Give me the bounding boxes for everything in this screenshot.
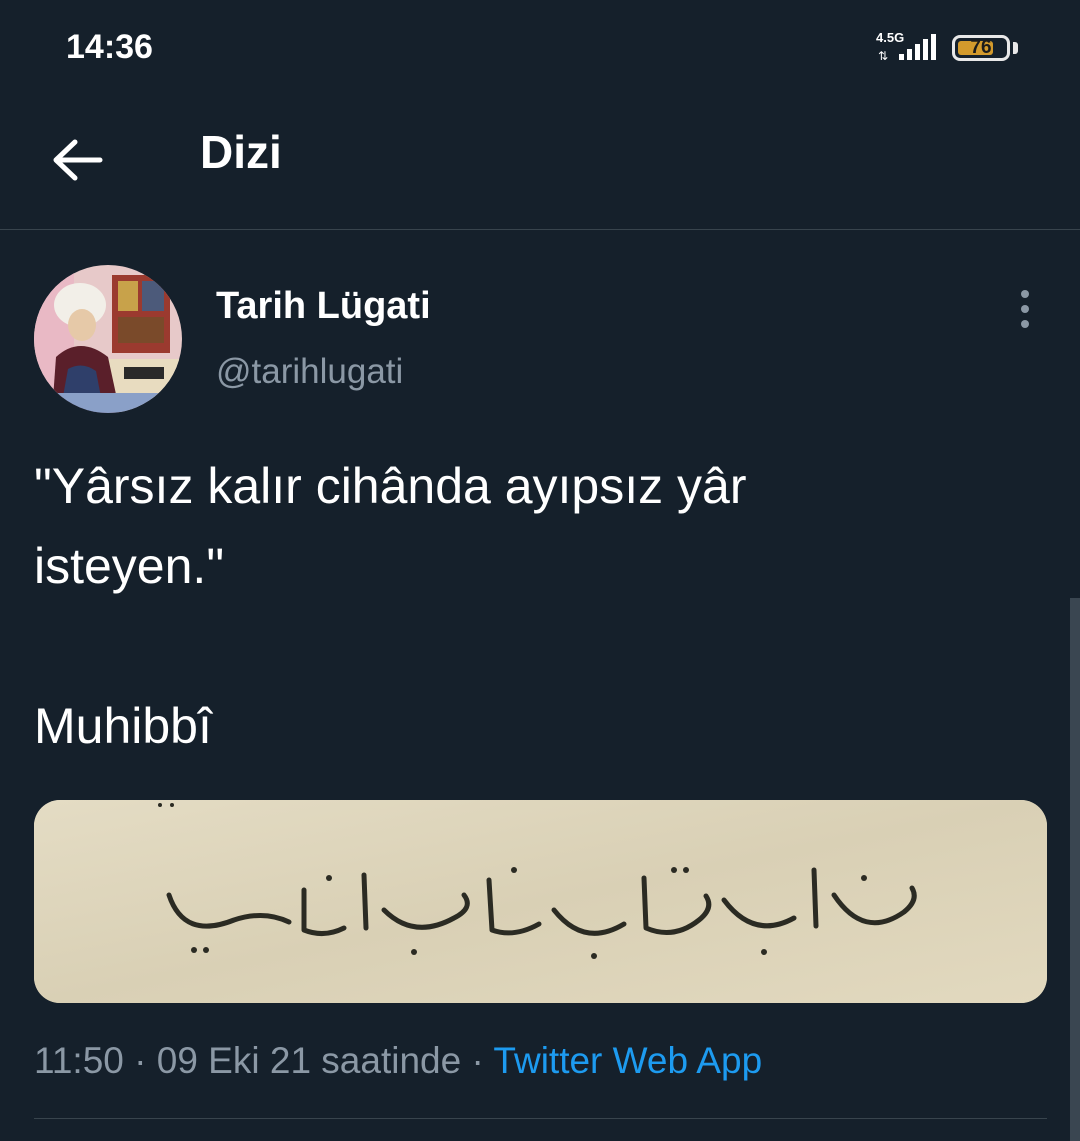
battery-percent: 76	[970, 37, 992, 58]
battery-icon: 76	[952, 35, 1010, 61]
page-title: Dizi	[200, 126, 282, 178]
tweet-date: 09 Eki 21 saatinde	[156, 1040, 462, 1081]
manuscript-image	[34, 800, 1047, 1003]
scrollbar[interactable]	[1070, 598, 1080, 1141]
meta-separator: ·	[471, 1040, 484, 1081]
tweet-text: "Yârsız kalır cihânda ayıpsız yâr isteye…	[34, 458, 747, 754]
tweet-media-image[interactable]	[34, 800, 1047, 1003]
tweet-source-link[interactable]: Twitter Web App	[493, 1040, 762, 1081]
author-handle[interactable]: @tarihlugati	[216, 352, 403, 392]
more-options-button[interactable]	[1010, 286, 1040, 332]
back-arrow-icon	[53, 139, 103, 181]
status-time: 14:36	[66, 28, 153, 66]
portrait-avatar-image	[34, 265, 182, 413]
top-app-bar: Dizi	[0, 95, 1080, 230]
status-bar: 14:36 4.5G ⇅ 76	[0, 0, 1080, 95]
author-avatar[interactable]	[34, 265, 182, 413]
divider	[34, 1118, 1047, 1119]
tweet-time: 11:50	[34, 1040, 124, 1081]
author-name[interactable]: Tarih Lügati	[216, 285, 431, 328]
more-vertical-icon	[1021, 290, 1029, 328]
meta-separator: ·	[134, 1040, 147, 1081]
tweet-metadata: 11:50 · 09 Eki 21 saatinde · Twitter Web…	[34, 1040, 762, 1082]
back-button[interactable]	[48, 131, 108, 191]
